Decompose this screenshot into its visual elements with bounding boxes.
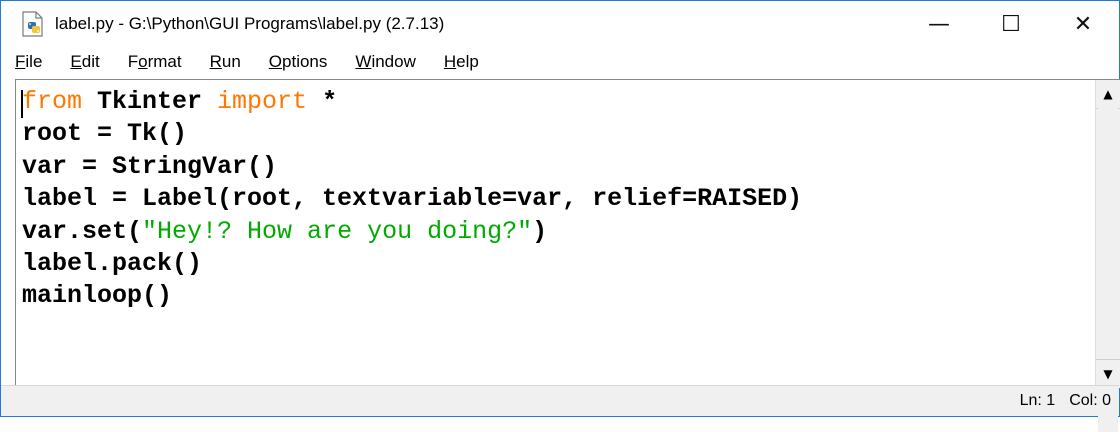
keyword-from: from	[22, 87, 83, 116]
python-file-icon	[19, 10, 47, 38]
code-line-1: from Tkinter import *	[22, 87, 338, 116]
minimize-button[interactable]: —	[903, 1, 975, 47]
string-literal: "Hey!? How are you doing?"	[142, 216, 533, 246]
keyword-import: import	[217, 87, 308, 116]
scroll-down-arrow-icon[interactable]: ▼	[1096, 359, 1120, 388]
menu-options[interactable]: Options	[265, 52, 332, 72]
scroll-up-arrow-icon[interactable]: ▲	[1096, 80, 1120, 109]
menu-run[interactable]: Run	[206, 52, 245, 72]
code-line-2: root = Tk()	[22, 119, 188, 149]
code-line-3: var = StringVar()	[22, 151, 278, 181]
editor-area: from Tkinter import * root = Tk() var = …	[15, 79, 1120, 432]
vertical-scrollbar[interactable]: ▲ ▼	[1095, 80, 1120, 432]
menu-window[interactable]: Window	[351, 52, 419, 72]
code-line-5: var.set("Hey!? How are you doing?")	[22, 216, 548, 246]
window-controls: — ☐ ✕	[903, 1, 1119, 47]
code-line-7: mainloop()	[22, 281, 173, 311]
menu-format[interactable]: Format	[124, 52, 186, 72]
status-line-number: Ln: 1	[1019, 392, 1056, 409]
title-bar[interactable]: label.py - G:\Python\GUI Programs\label.…	[1, 1, 1119, 47]
menu-bar: File Edit Format Run Options Window Help	[1, 47, 1119, 77]
maximize-button[interactable]: ☐	[975, 1, 1047, 47]
code-editor[interactable]: from Tkinter import * root = Tk() var = …	[16, 80, 1095, 388]
status-column-number: Col: 0	[1069, 392, 1111, 409]
code-line-6: label.pack()	[22, 248, 203, 278]
menu-help[interactable]: Help	[440, 52, 483, 72]
menu-file[interactable]: File	[11, 52, 46, 72]
close-button[interactable]: ✕	[1047, 1, 1119, 47]
menu-edit[interactable]: Edit	[66, 52, 103, 72]
status-bar: Ln: 1 Col: 0	[1, 385, 1119, 416]
code-line-4: label = Label(root, textvariable=var, re…	[22, 184, 803, 214]
window-title: label.py - G:\Python\GUI Programs\label.…	[55, 14, 445, 33]
text-cursor	[21, 90, 23, 118]
idle-editor-window: label.py - G:\Python\GUI Programs\label.…	[0, 0, 1120, 432]
